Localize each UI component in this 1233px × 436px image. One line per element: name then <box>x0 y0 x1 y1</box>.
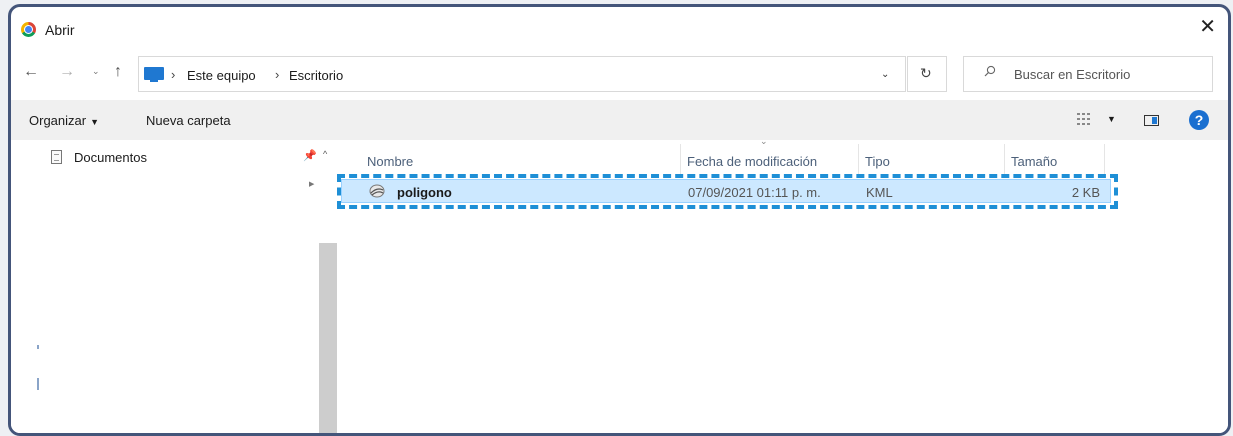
recent-locations-chevron-icon[interactable]: ⌄ <box>92 67 100 76</box>
expand-arrow-icon[interactable]: ▶ <box>309 180 314 188</box>
address-row: ← → ⌄ ↑ › Este equipo › Escritorio ⌄ ↻ B… <box>11 55 1228 93</box>
column-header-modified-label: Fecha de modificación <box>687 154 818 169</box>
refresh-button[interactable]: ↻ <box>907 56 947 92</box>
column-header-size-label: Tamaño <box>1011 154 1058 169</box>
close-button[interactable]: ✕ <box>1199 17 1216 37</box>
address-bar[interactable]: › Este equipo › Escritorio ⌄ <box>138 56 906 92</box>
open-file-dialog: Abrir ✕ ← → ⌄ ↑ › Este equipo › Escritor… <box>8 4 1231 436</box>
nav-scrollbar[interactable] <box>319 243 337 433</box>
organize-label: Organizar <box>29 113 87 128</box>
preview-pane-icon[interactable] <box>1144 115 1159 126</box>
search-placeholder: Buscar en Escritorio <box>1014 67 1131 82</box>
document-icon <box>51 150 62 164</box>
file-modified-date: 07/09/2021 01:11 p. m. <box>688 185 821 200</box>
command-bar: Organizar ▼ Nueva carpeta ▼ ? <box>11 100 1228 140</box>
scroll-up-chevron-icon[interactable]: ^ <box>323 149 327 159</box>
nav-tree-line <box>37 378 39 390</box>
breadcrumb-este-equipo[interactable]: Este equipo <box>187 68 256 83</box>
navigation-pane: Documentos 📌 ▶ ^ <box>11 140 337 433</box>
column-header-type-label: Tipo <box>865 154 890 169</box>
change-view-icon[interactable] <box>1077 113 1091 125</box>
breadcrumb-escritorio[interactable]: Escritorio <box>289 68 343 83</box>
nav-item-label: Documentos <box>74 150 147 165</box>
column-header-type[interactable]: Tipo <box>859 144 1005 174</box>
file-size: 2 KB <box>1071 185 1100 200</box>
help-icon[interactable]: ? <box>1189 110 1209 130</box>
pin-icon: 📌 <box>303 150 317 162</box>
breadcrumb-separator-icon: › <box>275 67 280 82</box>
kml-file-icon <box>369 184 385 198</box>
file-row-poligono[interactable]: poligono 07/09/2021 01:11 p. m. KML 2 KB <box>341 179 1111 203</box>
back-arrow-icon[interactable]: ← <box>23 64 39 80</box>
column-header-name[interactable]: Nombre <box>361 144 681 174</box>
search-input[interactable]: Buscar en Escritorio <box>963 56 1213 92</box>
computer-icon <box>144 67 164 82</box>
new-folder-button[interactable]: Nueva carpeta <box>146 113 231 128</box>
file-list: Nombre Fecha de modificación ⌄ Tipo Tama… <box>337 136 1228 433</box>
chrome-logo-icon <box>21 22 36 37</box>
window-title: Abrir <box>45 22 75 38</box>
caret-down-icon: ▼ <box>90 117 99 127</box>
forward-arrow-icon[interactable]: → <box>59 64 75 80</box>
title-bar: Abrir ✕ <box>11 7 1228 51</box>
refresh-icon: ↻ <box>920 65 932 81</box>
breadcrumb-separator-icon: › <box>171 67 176 82</box>
search-icon <box>984 65 996 77</box>
column-header-name-label: Nombre <box>367 154 414 169</box>
nav-tree-line <box>37 345 39 349</box>
sort-chevron-icon: ⌄ <box>760 136 768 146</box>
view-options-caret-icon[interactable]: ▼ <box>1107 114 1116 124</box>
organize-button[interactable]: Organizar ▼ <box>29 113 99 128</box>
column-header-size[interactable]: Tamaño <box>1005 144 1105 174</box>
column-header-modified[interactable]: Fecha de modificación <box>681 144 859 174</box>
file-name: poligono <box>397 185 452 200</box>
address-history-chevron-icon[interactable]: ⌄ <box>881 69 889 80</box>
file-type: KML <box>866 185 893 200</box>
up-arrow-icon[interactable]: ↑ <box>114 64 122 80</box>
